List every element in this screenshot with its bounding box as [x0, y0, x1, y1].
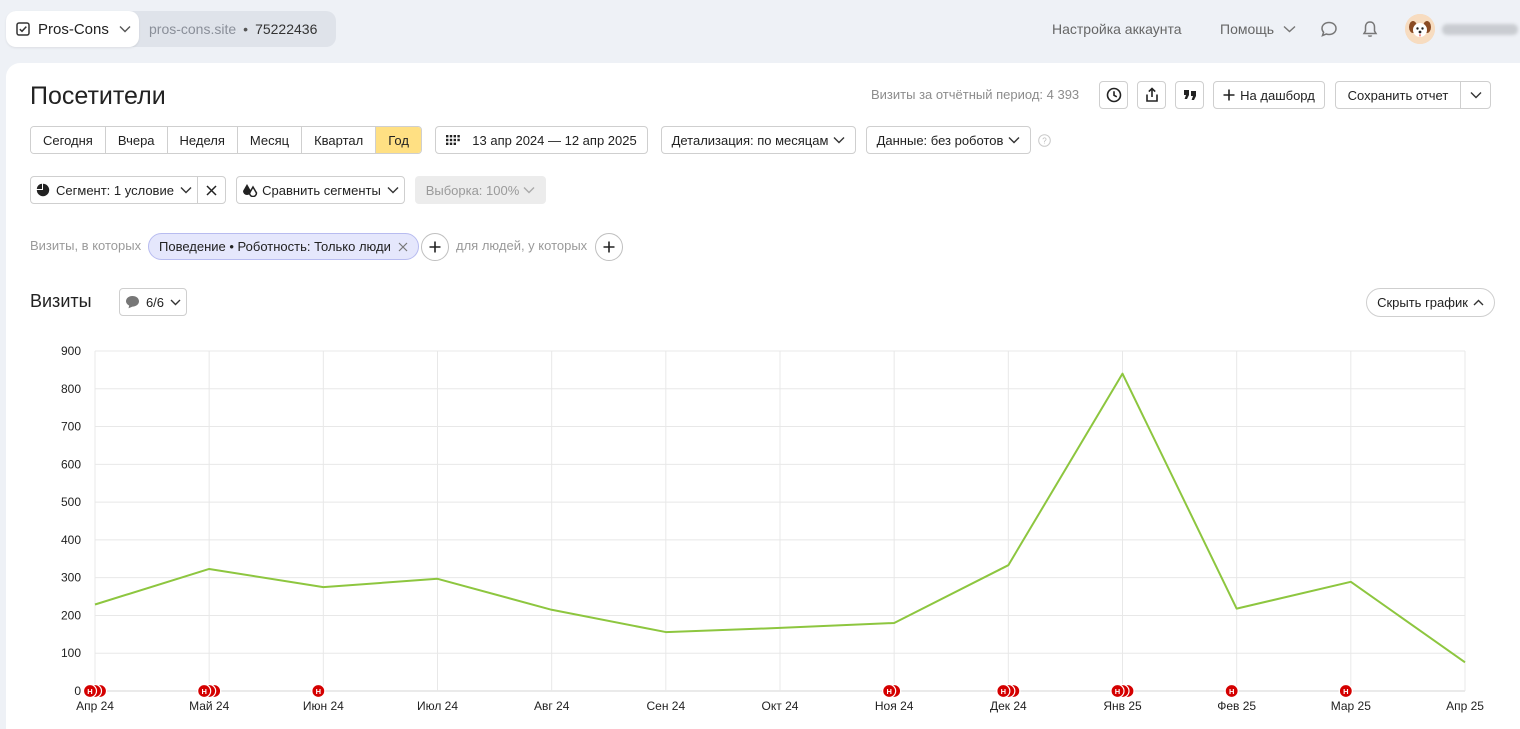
- x-tick-label: Авг 24: [534, 699, 570, 713]
- visits-data-point[interactable]: [318, 582, 328, 592]
- x-tick-label: Июл 24: [417, 699, 458, 713]
- chart-axes: 0 100 200 300 400 500 600 700 800 900 Апр 24 Май 24…: [61, 344, 1484, 713]
- visits-data-point[interactable]: [1460, 657, 1470, 667]
- y-tick-label: 100: [61, 646, 81, 660]
- y-tick-label: 200: [61, 608, 81, 622]
- visits-line-chart: 0 100 200 300 400 500 600 700 800 900 Апр 24 Май 24…: [61, 344, 1484, 713]
- note-marker-letter: Н: [316, 687, 321, 696]
- x-tick-label: Апр 24: [76, 699, 114, 713]
- y-tick-label: 400: [61, 533, 81, 547]
- note-marker[interactable]: Н: [311, 683, 326, 699]
- note-marker[interactable]: Н: [996, 683, 1021, 699]
- x-tick-label: Июн 24: [303, 699, 344, 713]
- visits-data-point[interactable]: [1003, 560, 1013, 570]
- x-tick-label: Сен 24: [647, 699, 686, 713]
- x-tick-label: Окт 24: [762, 699, 799, 713]
- y-tick-label: 900: [61, 344, 81, 358]
- note-marker[interactable]: Н: [882, 683, 902, 699]
- x-tick-label: Ноя 24: [875, 699, 914, 713]
- note-marker-letter: Н: [201, 687, 206, 696]
- y-tick-label: 600: [61, 457, 81, 471]
- note-marker-letter: Н: [1343, 687, 1348, 696]
- y-tick-label: 500: [61, 495, 81, 509]
- visits-data-point[interactable]: [1118, 369, 1128, 379]
- visits-data-point[interactable]: [547, 605, 557, 615]
- visits-data-point[interactable]: [90, 599, 100, 609]
- note-marker-letter: Н: [87, 687, 92, 696]
- note-marker[interactable]: Н: [82, 683, 108, 699]
- note-marker[interactable]: Н: [1224, 683, 1239, 699]
- x-tick-label: Май 24: [189, 699, 230, 713]
- y-tick-label: 700: [61, 420, 81, 434]
- note-marker-letter: Н: [886, 687, 891, 696]
- note-marker-letter: Н: [1229, 687, 1234, 696]
- x-tick-label: Апр 25: [1446, 699, 1484, 713]
- x-tick-label: Дек 24: [990, 699, 1027, 713]
- note-marker-letter: Н: [1001, 687, 1006, 696]
- note-marker-letter: Н: [1115, 687, 1120, 696]
- y-tick-label: 0: [74, 684, 81, 698]
- visits-data-point[interactable]: [775, 623, 785, 633]
- visits-data-point[interactable]: [433, 574, 443, 584]
- x-tick-label: Янв 25: [1103, 699, 1142, 713]
- y-tick-label: 800: [61, 382, 81, 396]
- x-tick-label: Фев 25: [1217, 699, 1256, 713]
- note-marker[interactable]: Н: [197, 683, 222, 699]
- visits-data-point[interactable]: [204, 564, 214, 574]
- chart-grid: [94, 350, 1466, 692]
- x-tick-label: Мар 25: [1331, 699, 1371, 713]
- y-tick-label: 300: [61, 571, 81, 585]
- visits-data-point[interactable]: [1346, 577, 1356, 587]
- note-marker[interactable]: Н: [1338, 683, 1353, 699]
- note-marker[interactable]: Н: [1110, 683, 1135, 699]
- visits-data-point[interactable]: [1232, 604, 1242, 614]
- visits-data-point[interactable]: [661, 627, 671, 637]
- visits-data-point[interactable]: [889, 618, 899, 628]
